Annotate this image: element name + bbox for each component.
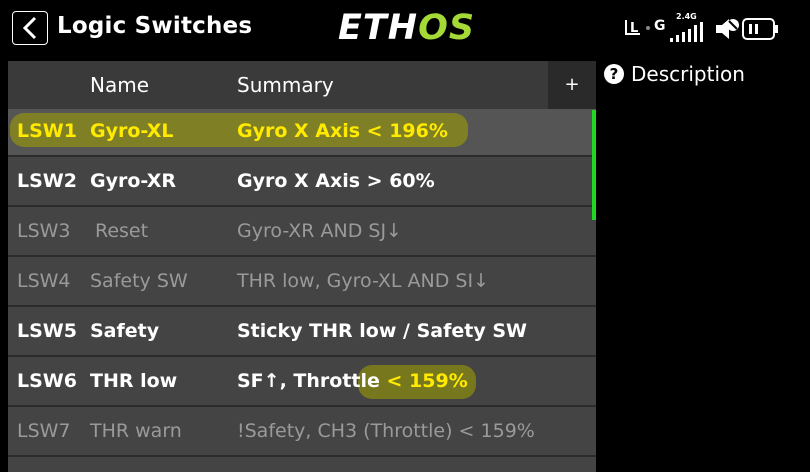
band-label: 2.4G xyxy=(676,12,697,21)
status-bar: L G 2.4G xyxy=(620,12,790,44)
table-row[interactable]: LSW4 Safety SW THR low, Gyro-XL AND SI↓ xyxy=(8,259,596,307)
row-summary: Gyro X Axis < 196% xyxy=(237,120,448,142)
scroll-indicator[interactable] xyxy=(592,110,596,220)
row-name: Safety xyxy=(90,320,160,342)
logic-switch-table: Name Summary + LSW1 Gyro-XL Gyro X Axis … xyxy=(8,61,596,472)
table-row[interactable]: LSW7 THR warn !Safety, CH3 (Throttle) < … xyxy=(8,409,596,457)
table-row[interactable]: LSW3 Reset Gyro-XR AND SJ↓ xyxy=(8,209,596,257)
trainer-l-indicator: L xyxy=(624,16,642,38)
add-switch-button[interactable]: + xyxy=(548,61,596,109)
description-link[interactable]: ? Description xyxy=(604,62,745,86)
row-name: THR low xyxy=(90,370,178,392)
row-summary: SF↑, Throttle < 159% xyxy=(237,370,468,392)
help-icon: ? xyxy=(604,64,624,84)
speaker-muted-icon xyxy=(714,16,740,42)
row-id: LSW5 xyxy=(17,320,77,342)
row-name: THR warn xyxy=(90,420,182,442)
row-summary: Sticky THR low / Safety SW xyxy=(237,320,527,342)
header-bar: Logic Switches ETHOS L G 2.4G xyxy=(0,0,810,56)
row-name: Gyro-XR xyxy=(90,170,177,192)
signal-strength-icon xyxy=(670,22,704,42)
table-row[interactable]: LSW1 Gyro-XL Gyro X Axis < 196% xyxy=(8,109,596,157)
column-header-name: Name xyxy=(90,73,150,97)
back-button[interactable] xyxy=(12,11,48,45)
row-summary: THR low, Gyro-XL AND SI↓ xyxy=(237,270,490,292)
description-label: Description xyxy=(631,62,745,86)
row-summary: Gyro-XR AND SJ↓ xyxy=(237,220,402,242)
table-row[interactable]: LSW5 Safety Sticky THR low / Safety SW xyxy=(8,309,596,357)
chevron-left-icon xyxy=(22,16,37,40)
battery-icon xyxy=(742,18,780,40)
column-header-summary: Summary xyxy=(237,73,334,97)
row-id: LSW7 xyxy=(17,420,71,442)
row-id: LSW2 xyxy=(17,170,77,192)
row-id: LSW1 xyxy=(17,120,77,142)
table-header: Name Summary + xyxy=(8,61,596,109)
table-row[interactable]: LSW2 Gyro-XR Gyro X Axis > 60% xyxy=(8,159,596,207)
svg-text:L: L xyxy=(630,21,638,36)
row-id: LSW4 xyxy=(17,270,71,292)
dot-separator xyxy=(646,26,650,30)
page-title: Logic Switches xyxy=(57,13,253,39)
table-row[interactable] xyxy=(8,459,596,472)
row-name: Reset xyxy=(95,220,149,242)
row-summary: !Safety, CH3 (Throttle) < 159% xyxy=(237,420,535,442)
row-summary: Gyro X Axis > 60% xyxy=(237,170,435,192)
table-row[interactable]: LSW6 THR low SF↑, Throttle < 159% xyxy=(8,359,596,407)
row-id: LSW6 xyxy=(17,370,77,392)
row-id: LSW3 xyxy=(17,220,71,242)
row-name: Gyro-XL xyxy=(90,120,174,142)
ethos-logo: ETHOS xyxy=(338,8,476,48)
row-name: Safety SW xyxy=(90,270,188,292)
gps-g-indicator: G xyxy=(654,18,666,34)
